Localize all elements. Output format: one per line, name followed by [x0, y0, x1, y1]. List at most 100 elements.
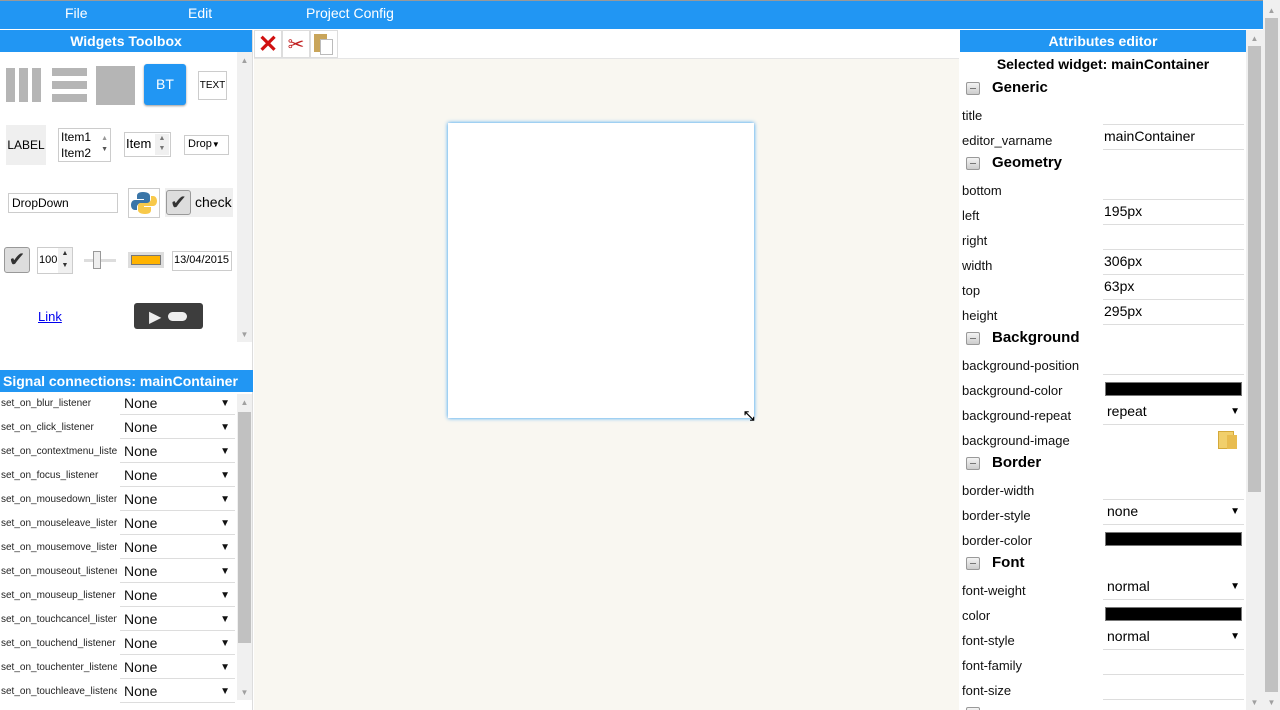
section-border[interactable]: Border [960, 451, 1246, 476]
border-style-select[interactable]: none ▼ [1103, 501, 1244, 525]
label-widget[interactable]: LABEL [6, 125, 46, 165]
dropdown-input-widget[interactable]: DropDown [8, 193, 118, 213]
menu-edit[interactable]: Edit [188, 5, 212, 21]
signal-listener-select[interactable]: None ▼ [120, 416, 235, 439]
signal-row: set_on_click_listener None ▼ [0, 416, 253, 440]
textinput-widget[interactable]: TEXT [198, 71, 227, 100]
section-title: Font [992, 554, 1025, 571]
signal-listener-select[interactable]: None ▼ [120, 560, 235, 583]
signal-listener-select[interactable]: None ▼ [120, 584, 235, 607]
section-generic[interactable]: Generic [960, 76, 1246, 101]
height-input[interactable]: 295px [1103, 301, 1244, 325]
collapse-icon[interactable] [966, 457, 980, 470]
signal-listener-select[interactable]: None ▼ [120, 680, 235, 703]
signal-listener-select[interactable]: None ▼ [120, 440, 235, 463]
date-widget[interactable]: 13/04/2015 [172, 251, 232, 271]
title-input[interactable] [1103, 101, 1244, 125]
collapse-icon[interactable] [966, 332, 980, 345]
delete-icon: ✕ [257, 30, 279, 58]
signal-listener-select[interactable]: None ▼ [120, 392, 235, 415]
collapse-icon[interactable] [966, 157, 980, 170]
signal-listener-select[interactable]: None ▼ [120, 536, 235, 559]
background-color-picker[interactable] [1105, 382, 1242, 396]
signals-scrollbar[interactable]: ▲ ▼ [237, 394, 252, 700]
scrollbar-thumb[interactable] [1265, 18, 1278, 692]
background-position-input[interactable] [1103, 351, 1244, 375]
signal-listener-select[interactable]: None ▼ [120, 656, 235, 679]
border-width-input[interactable] [1103, 476, 1244, 500]
resize-handle-icon[interactable]: ⤡ [744, 408, 762, 426]
signal-listener-select[interactable]: None ▼ [120, 488, 235, 511]
select-value: None [124, 683, 158, 699]
scrollbar-thumb[interactable] [238, 412, 251, 643]
selected-widget-label: Selected widget: mainContainer [996, 56, 1210, 72]
spin-arrows-icon: ▲ ▼ [58, 248, 72, 273]
video-widget-icon[interactable]: ▶ [134, 303, 203, 329]
select-value: None [124, 419, 158, 435]
attr-label: font-weight [962, 583, 1026, 598]
checkbox-widget[interactable]: ✔ [4, 247, 30, 273]
scroll-down-icon[interactable]: ▼ [1263, 696, 1280, 710]
delete-button[interactable]: ✕ [254, 30, 282, 58]
container-widget-icon[interactable] [96, 66, 135, 105]
section-font[interactable]: Font [960, 551, 1246, 576]
spinbox-widget[interactable]: Item ▲ ▼ [124, 132, 171, 157]
attributes-scrollbar[interactable]: ▲ ▼ [1246, 30, 1263, 710]
section-background[interactable]: Background [960, 326, 1246, 351]
link-widget[interactable]: Link [38, 309, 62, 324]
collapse-icon[interactable] [966, 82, 980, 95]
chevron-down-icon: ▼ [220, 638, 230, 649]
font-style-select[interactable]: normal ▼ [1103, 626, 1244, 650]
chevron-down-icon: ▼ [220, 398, 230, 409]
background-repeat-select[interactable]: repeat ▼ [1103, 401, 1244, 425]
slider-widget[interactable] [84, 251, 116, 269]
select-value: None [124, 563, 158, 579]
font-weight-select[interactable]: normal ▼ [1103, 576, 1244, 600]
signal-row: set_on_mouseleave_listener None ▼ [0, 512, 253, 536]
section-geometry[interactable]: Geometry [960, 151, 1246, 176]
signal-listener-select[interactable]: None ▼ [120, 464, 235, 487]
signal-label: set_on_touchleave_listener [1, 686, 117, 697]
chevron-down-icon: ▼ [220, 470, 230, 481]
varname-input[interactable]: mainContainer [1103, 126, 1244, 150]
scrollbar-thumb[interactable] [1248, 46, 1261, 492]
left-input[interactable]: 195px [1103, 201, 1244, 225]
scroll-down-icon: ▼ [240, 330, 249, 339]
toolbox-scrollbar[interactable]: ▲ ▼ [237, 52, 252, 342]
signal-listener-select[interactable]: None ▼ [120, 632, 235, 655]
vbox-widget-icon[interactable] [52, 68, 88, 102]
spinbox-number-widget[interactable]: 100 ▲ ▼ [37, 247, 73, 274]
signal-listener-select[interactable]: None ▼ [120, 608, 235, 631]
editor-canvas[interactable]: ✕ ✂ ⤡ [254, 30, 959, 710]
section-next[interactable] [960, 701, 1246, 710]
right-input[interactable] [1103, 226, 1244, 250]
signal-listener-select[interactable]: None ▼ [120, 512, 235, 535]
signal-row: set_on_mousemove_listener None ▼ [0, 536, 253, 560]
paste-button[interactable] [310, 30, 338, 58]
font-family-input[interactable] [1103, 651, 1244, 675]
collapse-icon[interactable] [966, 557, 980, 570]
top-input[interactable]: 63px [1103, 276, 1244, 300]
border-color-picker[interactable] [1105, 532, 1242, 546]
width-input[interactable]: 306px [1103, 251, 1244, 275]
listview-widget[interactable]: Item1 Item2 ▲ ▼ [58, 128, 111, 162]
font-color-picker[interactable] [1105, 607, 1242, 621]
select-value: None [124, 587, 158, 603]
main-container-widget[interactable] [448, 123, 754, 418]
folder-icon[interactable] [1218, 429, 1238, 449]
attr-label: font-style [962, 633, 1015, 648]
page-scrollbar[interactable]: ▲ ▼ [1263, 0, 1280, 710]
checkbox-label-widget[interactable]: ✔ check [165, 188, 233, 217]
cut-button[interactable]: ✂ [282, 30, 310, 58]
menu-project-config[interactable]: Project Config [306, 5, 394, 21]
signal-row: set_on_mouseout_listener None ▼ [0, 560, 253, 584]
font-size-input[interactable] [1103, 676, 1244, 700]
bottom-input[interactable] [1103, 176, 1244, 200]
scroll-up-icon[interactable]: ▲ [1263, 4, 1280, 18]
python-image-icon[interactable] [128, 188, 160, 218]
hbox-widget-icon[interactable] [6, 68, 42, 102]
button-widget[interactable]: BT [144, 64, 186, 105]
menu-file[interactable]: File [65, 5, 88, 21]
section-title: Generic [992, 79, 1048, 96]
dropdown-widget[interactable]: Drop▼ [184, 135, 229, 155]
